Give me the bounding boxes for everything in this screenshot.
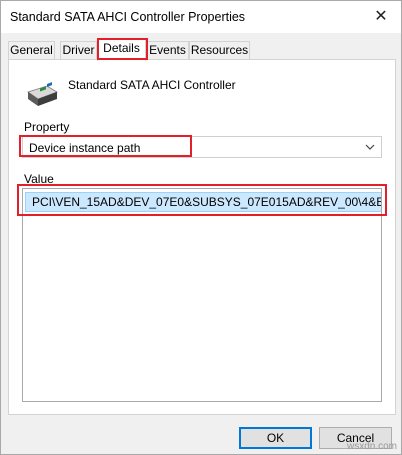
details-panel: Standard SATA AHCI Controller Property D… [8,59,396,415]
property-selected-value: Device instance path [29,141,141,155]
tab-strip: General Driver Details Events Resources [8,39,396,61]
list-item[interactable]: PCI\VEN_15AD&DEV_07E0&SUBSYS_07E015AD&RE… [25,192,381,212]
chevron-down-icon [365,144,375,150]
close-icon[interactable]: ✕ [371,7,391,27]
value-listbox[interactable]: PCI\VEN_15AD&DEV_07E0&SUBSYS_07E015AD&RE… [22,188,382,402]
device-name: Standard SATA AHCI Controller [68,78,236,92]
tab-events[interactable]: Events [146,41,189,60]
title-bar[interactable]: Standard SATA AHCI Controller Properties… [1,1,401,33]
ok-button[interactable]: OK [239,427,312,449]
property-label: Property [24,120,70,134]
storage-controller-icon [27,82,58,106]
property-dropdown[interactable]: Device instance path [22,136,382,158]
tab-driver[interactable]: Driver [60,41,97,60]
properties-dialog: Standard SATA AHCI Controller Properties… [0,0,402,455]
watermark: wsxdn.com [346,441,397,452]
value-label: Value [24,172,54,186]
tab-details[interactable]: Details [97,39,146,61]
window-title: Standard SATA AHCI Controller Properties [10,10,246,24]
tab-resources[interactable]: Resources [189,41,250,60]
tab-general[interactable]: General [8,41,55,60]
